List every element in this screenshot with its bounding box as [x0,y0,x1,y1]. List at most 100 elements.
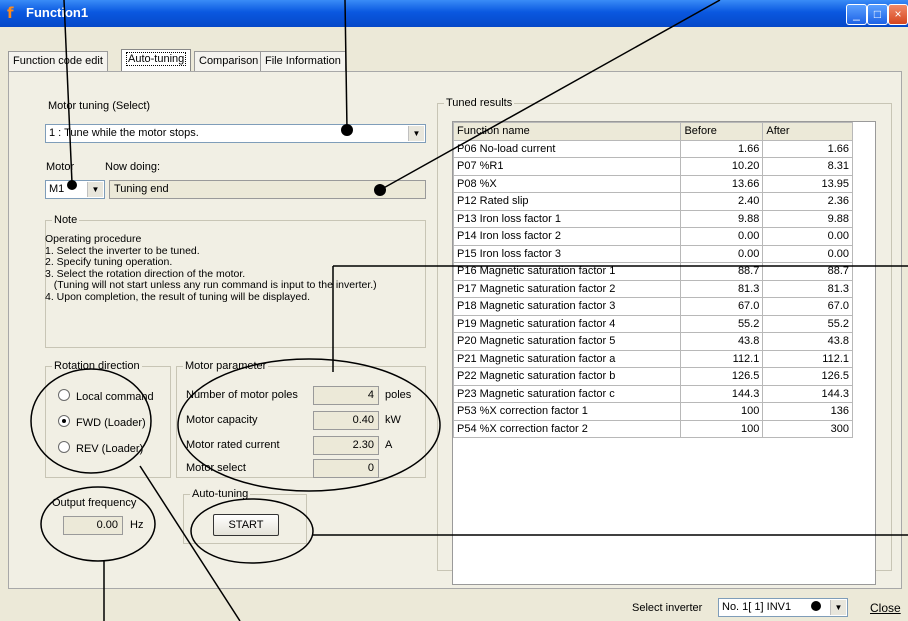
before-cell: 88.7 [680,262,764,281]
table-row[interactable]: P18 Magnetic saturation factor 3 67.0 67.0 [453,297,853,316]
radio-rev-loader[interactable]: REV (Loader) [58,441,143,455]
note-title: Note [52,214,80,226]
maximize-button[interactable]: □ [867,4,888,25]
window: f Function1 _ □ × Function code edit Aut… [0,0,908,621]
table-row[interactable]: P53 %X correction factor 1 100 136 [453,402,853,421]
start-button[interactable]: START [213,514,279,536]
before-cell: 0.00 [680,244,764,263]
close-button[interactable]: Close [870,601,901,615]
table-row[interactable]: P07 %R1 10.20 8.31 [453,157,853,176]
table-row[interactable]: P14 Iron loss factor 2 0.00 0.00 [453,227,853,246]
after-cell: 136 [762,402,853,421]
rotation-direction-title: Rotation direction [52,360,142,372]
after-cell: 144.3 [762,384,853,403]
now-doing-label: Now doing: [105,161,161,173]
results-table: Function name Before After P06 No-load c… [453,122,853,438]
tuned-results-grid[interactable]: Function name Before After P06 No-load c… [452,121,876,585]
after-cell: 1.66 [762,139,853,158]
before-cell: 55.2 [680,314,764,333]
after-cell: 8.31 [762,157,853,176]
motor-poles-field: 4 [313,386,379,405]
tuned-results-title: Tuned results [444,97,515,109]
function-name-cell: P15 Iron loss factor 3 [453,244,682,263]
column-header[interactable]: Function name [453,122,682,141]
param-value: 4 [367,389,374,401]
note-line: Operating procedure [45,233,142,245]
now-doing-value: Tuning end [114,183,169,195]
radio-icon [58,389,70,401]
tab-function-code-edit[interactable]: Function code edit [8,51,108,71]
motor-capacity-field: 0.40 [313,411,379,430]
column-header[interactable]: Before [680,122,764,141]
function-name-cell: P12 Rated slip [453,192,682,211]
tab-comparison[interactable]: Comparison [194,51,264,71]
motor-rated-current-field: 2.30 [313,436,379,455]
select-inverter-combo[interactable]: No. 1[ 1] INV1 ▼ [718,598,848,617]
after-cell: 43.8 [762,332,853,351]
chevron-down-icon[interactable]: ▼ [408,126,424,141]
before-cell: 112.1 [680,349,764,368]
now-doing-field: Tuning end [109,180,426,199]
after-cell: 0.00 [762,244,853,263]
function-name-cell: P14 Iron loss factor 2 [453,227,682,246]
tab-auto-tuning[interactable]: Auto-tuning [121,49,192,72]
close-window-button[interactable]: × [888,4,908,25]
function-name-cell: P08 %X [453,174,682,193]
before-cell: 67.0 [680,297,764,316]
table-row[interactable]: P15 Iron loss factor 3 0.00 0.00 [453,244,853,263]
table-row[interactable]: P08 %X 13.66 13.95 [453,174,853,193]
motor-parameter-title: Motor parameter [183,360,269,372]
function-name-cell: P18 Magnetic saturation factor 3 [453,297,682,316]
function-name-cell: P17 Magnetic saturation factor 2 [453,279,682,298]
param-value: 2.30 [352,439,374,451]
function-name-cell: P07 %R1 [453,157,682,176]
radio-local-command[interactable]: Local command [58,389,154,403]
after-cell: 55.2 [762,314,853,333]
function-name-cell: P20 Magnetic saturation factor 5 [453,332,682,351]
after-cell: 81.3 [762,279,853,298]
param-unit: kW [385,414,401,426]
table-row[interactable]: P22 Magnetic saturation factor b 126.5 126… [453,367,853,386]
motor-value: M1 [49,183,65,195]
function-name-cell: P23 Magnetic saturation factor c [453,384,682,403]
radio-label: Local command [76,391,154,403]
table-row[interactable]: P54 %X correction factor 2 100 300 [453,419,853,438]
after-cell: 126.5 [762,367,853,386]
after-cell: 112.1 [762,349,853,368]
table-row[interactable]: P19 Magnetic saturation factor 4 55.2 55.2 [453,314,853,333]
radio-icon [58,441,70,453]
column-header[interactable]: After [762,122,853,141]
chevron-down-icon[interactable]: ▼ [87,182,103,197]
before-cell: 2.40 [680,192,764,211]
before-cell: 0.00 [680,227,764,246]
table-row[interactable]: P13 Iron loss factor 1 9.88 9.88 [453,209,853,228]
before-cell: 100 [680,419,764,438]
chevron-down-icon[interactable]: ▼ [830,600,846,615]
motor-tuning-select[interactable]: 1 : Tune while the motor stops. ▼ [45,124,426,143]
after-cell: 88.7 [762,262,853,281]
function-name-cell: P13 Iron loss factor 1 [453,209,682,228]
tab-file-information[interactable]: File Information [260,51,346,71]
table-row[interactable]: P16 Magnetic saturation factor 1 88.7 88.7 [453,262,853,281]
after-cell: 13.95 [762,174,853,193]
table-row[interactable]: P12 Rated slip 2.40 2.36 [453,192,853,211]
minimize-button[interactable]: _ [846,4,867,25]
output-frequency-label: Output frequency [52,497,137,509]
param-label: Number of motor poles [186,389,298,401]
radio-selected-icon [58,415,70,427]
table-row[interactable]: P20 Magnetic saturation factor 5 43.8 43.8 [453,332,853,351]
motor-select[interactable]: M1 ▼ [45,180,105,199]
table-row[interactable]: P17 Magnetic saturation factor 2 81.3 81.3 [453,279,853,298]
before-cell: 126.5 [680,367,764,386]
note-line: 4. Upon completion, the result of tuning… [45,290,310,303]
radio-fwd-loader[interactable]: FWD (Loader) [58,415,146,429]
after-cell: 300 [762,419,853,438]
note-line: (Tuning will not start unless any run co… [45,279,377,291]
function-name-cell: P19 Magnetic saturation factor 4 [453,314,682,333]
select-inverter-label: Select inverter [632,602,703,614]
function-name-cell: P22 Magnetic saturation factor b [453,367,682,386]
table-row[interactable]: P23 Magnetic saturation factor c 144.3 144… [453,384,853,403]
table-row[interactable]: P21 Magnetic saturation factor a 112.1 112… [453,349,853,368]
table-row[interactable]: P06 No-load current 1.66 1.66 [453,139,853,158]
select-inverter-value: No. 1[ 1] INV1 [722,601,792,613]
